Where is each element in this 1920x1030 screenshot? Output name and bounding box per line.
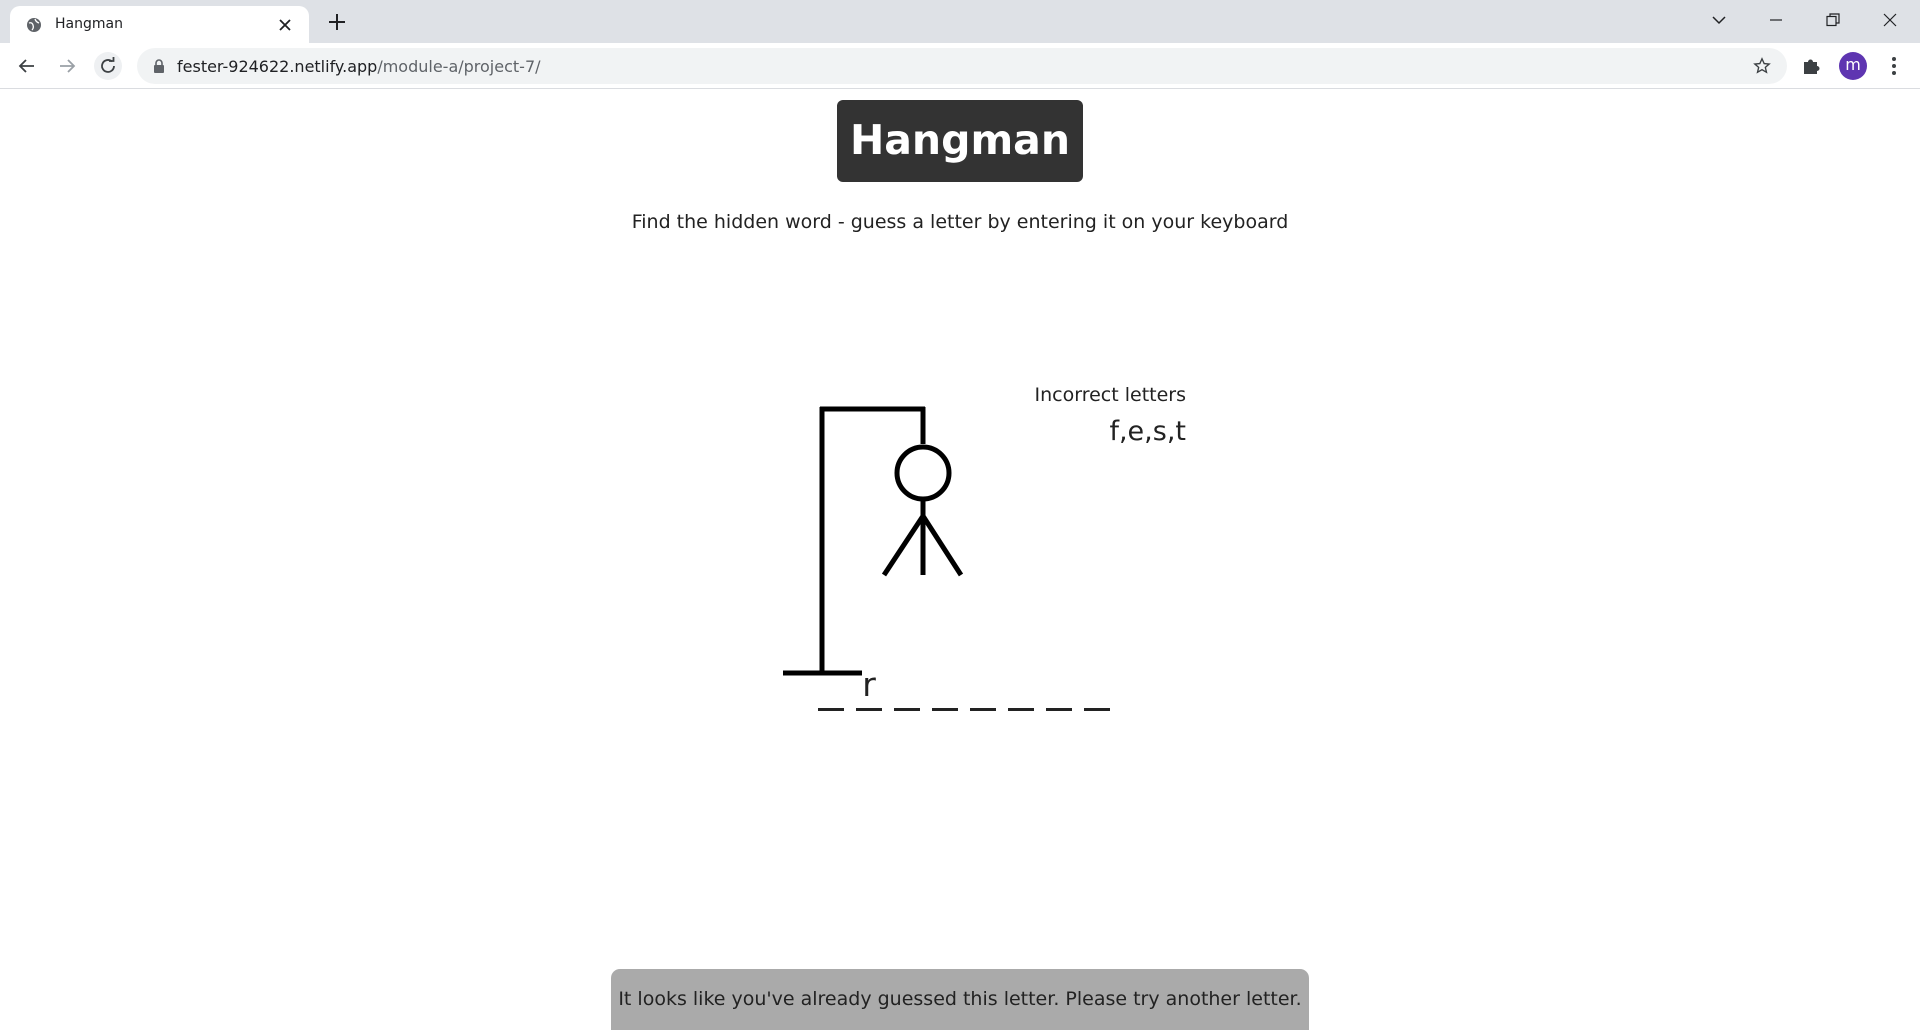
letter-slot-underline xyxy=(970,708,996,711)
hangman-left-arm xyxy=(881,514,926,577)
page-content: Hangman Find the hidden word - guess a l… xyxy=(0,89,1920,1030)
incorrect-letters-value: f,e,s,t xyxy=(1109,416,1186,447)
browser-toolbar: fester-924622.netlify.app/module-a/proje… xyxy=(0,43,1920,89)
bookmark-star-icon[interactable] xyxy=(1753,57,1771,75)
letter-slot-underline xyxy=(1084,708,1110,711)
hangman-figure xyxy=(783,406,964,676)
arrow-right-icon xyxy=(60,59,76,73)
letter-slot xyxy=(812,669,850,719)
tab-search-button[interactable] xyxy=(1699,7,1739,33)
tab-title: Hangman xyxy=(55,16,123,32)
instructions-text: Find the hidden word - guess a letter by… xyxy=(631,211,1289,233)
letter-slot-underline xyxy=(894,708,920,711)
hidden-word: r xyxy=(812,665,1116,719)
tab-strip: Hangman xyxy=(0,0,1920,43)
letter-slot xyxy=(926,669,964,719)
more-vert-icon[interactable] xyxy=(1884,55,1904,77)
letter-slot xyxy=(888,669,926,719)
letter-slot-underline xyxy=(1046,708,1072,711)
profile-avatar[interactable]: m xyxy=(1839,52,1867,80)
letter-slot-underline xyxy=(856,708,882,711)
close-tab-icon[interactable] xyxy=(277,17,293,33)
letter-slot-char xyxy=(1002,669,1040,701)
url-text[interactable]: fester-924622.netlify.app/module-a/proje… xyxy=(177,57,541,76)
letter-slot-char xyxy=(1040,669,1078,701)
forward-button[interactable] xyxy=(53,52,81,80)
arrow-left-icon xyxy=(18,59,34,73)
letter-slot-underline xyxy=(818,708,844,711)
already-guessed-notification: It looks like you've already guessed thi… xyxy=(611,969,1309,1030)
letter-slot-char xyxy=(1078,669,1116,701)
letter-slot: r xyxy=(850,665,888,719)
letter-slot-char xyxy=(812,669,850,701)
globe-icon xyxy=(27,18,41,32)
letter-slot-char xyxy=(926,669,964,701)
page-title: Hangman xyxy=(837,100,1083,182)
letter-slot-char: r xyxy=(862,665,876,704)
lock-icon[interactable] xyxy=(152,59,166,73)
letter-slot xyxy=(1040,669,1078,719)
incorrect-letters-panel: Incorrect letters f,e,s,t xyxy=(1000,384,1186,447)
letter-slot-underline xyxy=(1008,708,1034,711)
restore-icon xyxy=(1826,13,1840,27)
letter-slot-char xyxy=(964,669,1002,701)
letter-slot-underline xyxy=(932,708,958,711)
minimize-button[interactable] xyxy=(1756,7,1796,33)
close-icon xyxy=(1883,13,1897,27)
reload-button[interactable] xyxy=(94,52,122,80)
url-host: fester-924622.netlify.app xyxy=(177,57,378,76)
browser-tab[interactable]: Hangman xyxy=(10,6,309,43)
letter-slot xyxy=(1002,669,1040,719)
minimize-icon xyxy=(1770,19,1782,21)
chevron-down-icon xyxy=(1712,16,1726,25)
letter-slot-char xyxy=(888,669,926,701)
hangman-right-arm xyxy=(920,514,964,577)
letter-slot xyxy=(1078,669,1116,719)
back-button[interactable] xyxy=(13,52,41,80)
close-window-button[interactable] xyxy=(1870,7,1910,33)
extensions-puzzle-icon[interactable] xyxy=(1800,55,1822,77)
address-bar[interactable]: fester-924622.netlify.app/module-a/proje… xyxy=(137,48,1787,84)
restore-button[interactable] xyxy=(1813,7,1853,33)
url-path: /module-a/project-7/ xyxy=(377,57,541,76)
hangman-head xyxy=(894,444,952,502)
letter-slot xyxy=(964,669,1002,719)
new-tab-icon[interactable] xyxy=(326,11,348,33)
incorrect-letters-label: Incorrect letters xyxy=(1034,384,1186,406)
reload-icon xyxy=(101,57,115,73)
